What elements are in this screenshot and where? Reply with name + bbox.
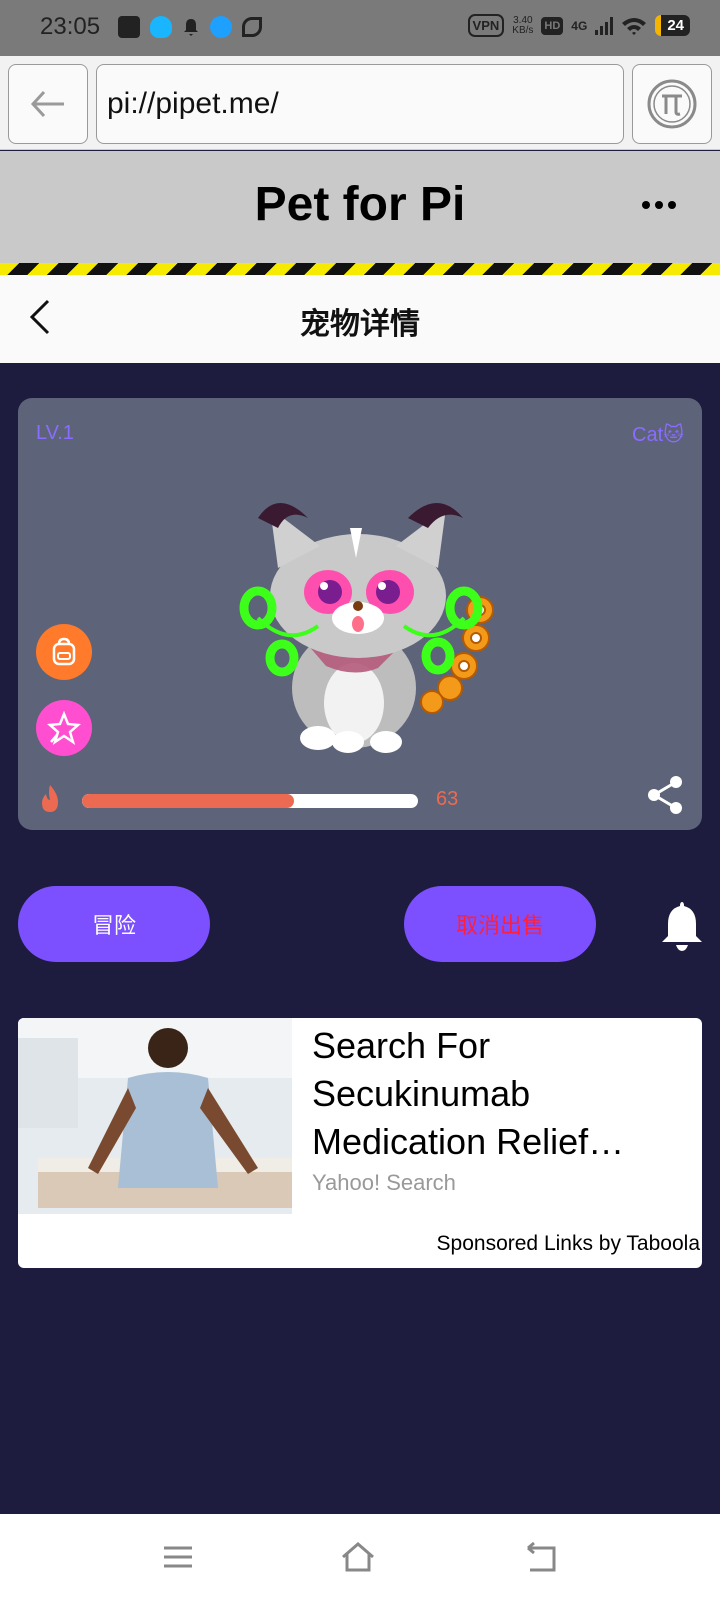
- home-icon[interactable]: [340, 1540, 376, 1574]
- energy-value: 63: [436, 788, 459, 810]
- ad-sponsor-label[interactable]: Sponsored Links by Taboola: [437, 1232, 700, 1256]
- app-title: Pet for Pi: [254, 178, 466, 231]
- pet-species: Cat🐱: [632, 424, 684, 446]
- battery-level: 24: [655, 15, 690, 36]
- hazard-stripe: [0, 263, 720, 275]
- sponsored-ad[interactable]: Search For Secukinumab Medication Relief…: [18, 1018, 702, 1268]
- ad-source: Yahoo! Search: [312, 1170, 456, 1195]
- page-title: 宠物详情: [300, 308, 420, 341]
- bell-icon[interactable]: [658, 900, 706, 952]
- hd-badge: HD: [541, 16, 564, 35]
- system-nav-bar: [0, 1514, 720, 1600]
- energy-bar-fill: [82, 794, 294, 808]
- browser-toolbar: pi://pipet.me/: [0, 56, 720, 150]
- notification-icons: [118, 16, 262, 38]
- menu-icon[interactable]: [160, 1540, 196, 1574]
- return-icon[interactable]: [522, 1540, 558, 1574]
- signal-icon: [595, 16, 614, 35]
- status-bar: 23:05 VPN 3.40 KB/s HD 4G 24: [0, 0, 720, 56]
- url-field[interactable]: pi://pipet.me/: [96, 64, 624, 144]
- cancel-sale-button[interactable]: 取消出售: [404, 886, 596, 962]
- fire-icon: [42, 785, 58, 812]
- back-arrow-icon: [30, 90, 64, 118]
- pi-logo-icon: [647, 79, 697, 129]
- leaf-notification-icon: [242, 17, 262, 37]
- share-icon[interactable]: [644, 774, 686, 816]
- qq-notification-icon: [150, 16, 172, 38]
- bell-notification-icon: [184, 19, 198, 36]
- more-icon[interactable]: [642, 201, 676, 209]
- browser-back-button[interactable]: [8, 64, 88, 144]
- app-header: Pet for Pi: [0, 151, 720, 263]
- status-indicators: VPN 3.40 KB/s HD 4G 24: [467, 14, 690, 37]
- vpn-badge: VPN: [467, 14, 505, 37]
- pet-card: LV.1 Cat🐱 63: [18, 398, 702, 830]
- pi-browser-button[interactable]: [632, 64, 712, 144]
- pet-cat-image: [239, 503, 494, 753]
- network-speed: 3.40 KB/s: [512, 15, 534, 36]
- backpack-icon: [52, 637, 76, 666]
- wifi-icon: [622, 17, 647, 35]
- app-notification-icon: [210, 16, 232, 38]
- network-speed-unit: KB/s: [512, 24, 534, 36]
- magic-button[interactable]: [36, 700, 92, 756]
- gallery-notification-icon: [118, 16, 140, 38]
- ad-title[interactable]: Search For Secukinumab Medication Relief…: [312, 1022, 692, 1166]
- page-nav-bar: 宠物详情: [0, 275, 720, 363]
- ad-image: [18, 1018, 292, 1214]
- network-type: 4G: [571, 18, 588, 33]
- status-time: 23:05: [40, 13, 101, 40]
- adventure-button[interactable]: 冒险: [18, 886, 210, 962]
- magic-star-icon: [47, 711, 81, 745]
- backpack-button[interactable]: [36, 624, 92, 680]
- pet-level: LV.1: [36, 422, 74, 444]
- energy-bar: [82, 794, 418, 808]
